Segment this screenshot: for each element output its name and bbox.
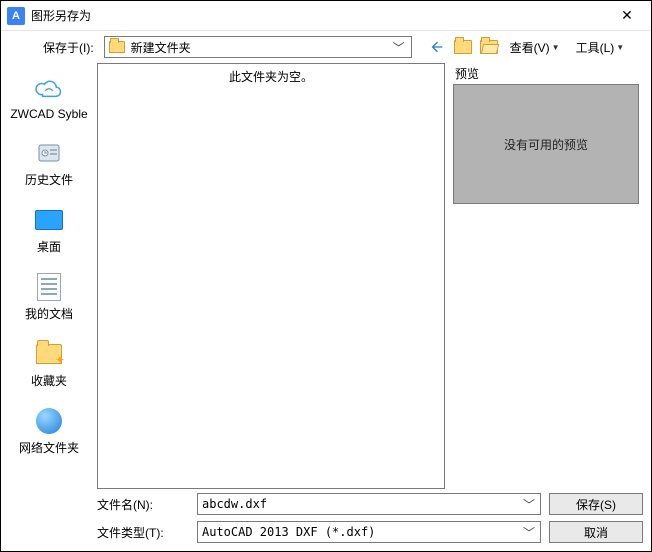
filename-input[interactable]: abcdw.dxf ﹀ — [197, 493, 541, 515]
tools-menu-label: 工具(L) — [576, 39, 615, 56]
center-column: 此文件夹为空。 预览 没有可用的预览 文件名(N): abcdw.dxf ﹀ — [97, 63, 651, 551]
save-button[interactable]: 保存(S) — [549, 493, 643, 515]
cancel-button-label: 取消 — [584, 524, 608, 541]
tools-menu[interactable]: 工具(L) ▼ — [572, 37, 629, 58]
save-button-label: 保存(S) — [576, 496, 616, 513]
close-button[interactable]: ✕ — [609, 2, 645, 30]
filetype-value: AutoCAD 2013 DXF (*.dxf) — [202, 525, 522, 539]
toolbar-icons: 查看(V) ▼ 工具(L) ▼ — [428, 37, 629, 58]
sidebar-item-zwcad-syble[interactable]: ZWCAD Syble — [7, 69, 91, 127]
preview-box: 没有可用的预览 — [453, 84, 639, 204]
view-menu[interactable]: 查看(V) ▼ — [506, 37, 564, 58]
sidebar-item-label: 我的文档 — [25, 305, 73, 322]
titlebar: A 图形另存为 ✕ — [1, 1, 651, 31]
save-in-folder-name: 新建文件夹 — [131, 39, 391, 56]
documents-icon — [34, 273, 64, 301]
open-folder-button[interactable] — [480, 38, 498, 56]
cloud-icon — [34, 75, 64, 103]
filename-label: 文件名(N): — [97, 496, 189, 513]
sidebar-item-network[interactable]: 网络文件夹 — [7, 401, 91, 462]
app-icon: A — [7, 7, 25, 25]
places-sidebar[interactable]: ZWCAD Syble 历史文件 桌面 我的文档 — [1, 63, 97, 551]
sidebar-item-label: ZWCAD Syble — [10, 107, 87, 121]
file-area: 此文件夹为空。 预览 没有可用的预览 — [97, 63, 651, 493]
toolbar: 保存于(I): 新建文件夹 ﹀ 查看(V) ▼ 工具(L) ▼ — [1, 31, 651, 63]
file-list[interactable]: 此文件夹为空。 — [97, 63, 445, 489]
save-in-combobox[interactable]: 新建文件夹 ﹀ — [104, 36, 412, 58]
arrow-left-icon — [429, 39, 445, 55]
filetype-label: 文件类型(T): — [97, 524, 189, 541]
history-icon — [34, 139, 64, 167]
network-icon — [34, 407, 64, 435]
sidebar-item-label: 收藏夹 — [31, 372, 67, 389]
folder-open-icon — [480, 40, 498, 54]
sidebar-item-label: 网络文件夹 — [19, 439, 79, 456]
no-preview-text: 没有可用的预览 — [504, 136, 588, 153]
filetype-select[interactable]: AutoCAD 2013 DXF (*.dxf) ﹀ — [197, 521, 541, 543]
folder-icon — [454, 40, 472, 54]
chevron-down-icon: ▼ — [552, 43, 560, 52]
chevron-down-icon: ﹀ — [391, 39, 407, 56]
sidebar-wrap: ZWCAD Syble 历史文件 桌面 我的文档 — [1, 63, 97, 551]
save-in-label: 保存于(I): — [43, 39, 94, 56]
sidebar-item-label: 桌面 — [37, 238, 61, 255]
chevron-down-icon: ▼ — [616, 43, 624, 52]
preview-panel: 预览 没有可用的预览 — [453, 63, 643, 489]
preview-label: 预览 — [455, 65, 643, 82]
sidebar-item-favorites[interactable]: 收藏夹 — [7, 334, 91, 395]
sidebar-item-my-documents[interactable]: 我的文档 — [7, 267, 91, 328]
window-title: 图形另存为 — [31, 7, 609, 24]
sidebar-item-label: 历史文件 — [25, 171, 73, 188]
back-button[interactable] — [428, 38, 446, 56]
filename-row: 文件名(N): abcdw.dxf ﹀ 保存(S) — [97, 493, 643, 515]
up-folder-button[interactable] — [454, 38, 472, 56]
empty-folder-message: 此文件夹为空。 — [229, 68, 313, 85]
favorites-icon — [34, 340, 64, 368]
bottom-form: 文件名(N): abcdw.dxf ﹀ 保存(S) 文件类型(T): AutoC… — [97, 493, 651, 551]
folder-icon — [109, 41, 125, 53]
save-as-dialog: A 图形另存为 ✕ 保存于(I): 新建文件夹 ﹀ 查看(V) ▼ 工具(L) … — [0, 0, 652, 552]
chevron-down-icon: ﹀ — [522, 524, 536, 541]
dialog-body: ZWCAD Syble 历史文件 桌面 我的文档 — [1, 63, 651, 551]
chevron-down-icon: ﹀ — [522, 496, 536, 513]
sidebar-item-history[interactable]: 历史文件 — [7, 133, 91, 194]
view-menu-label: 查看(V) — [510, 39, 550, 56]
sidebar-item-desktop[interactable]: 桌面 — [7, 200, 91, 261]
cancel-button[interactable]: 取消 — [549, 521, 643, 543]
filename-value: abcdw.dxf — [202, 497, 522, 511]
desktop-icon — [34, 206, 64, 234]
filetype-row: 文件类型(T): AutoCAD 2013 DXF (*.dxf) ﹀ 取消 — [97, 521, 643, 543]
